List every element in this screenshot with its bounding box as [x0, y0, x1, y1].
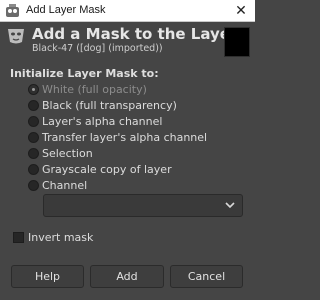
radio-button[interactable] — [28, 132, 39, 143]
header-title: Add a Mask to the Layer — [32, 25, 238, 43]
init-section-label: Initialize Layer Mask to: — [10, 67, 159, 80]
radio-button[interactable] — [28, 84, 39, 95]
radio-label: Channel — [42, 179, 88, 192]
layer-preview-thumbnail — [224, 27, 250, 57]
channel-dropdown[interactable] — [43, 194, 243, 217]
radio-button[interactable] — [28, 100, 39, 111]
invert-mask-label: Invert mask — [28, 231, 94, 244]
radio-button[interactable] — [28, 164, 39, 175]
cancel-button[interactable]: Cancel — [170, 265, 243, 288]
radio-label: Black (full transparency) — [42, 99, 177, 112]
radio-label: Transfer layer's alpha channel — [42, 131, 208, 144]
radio-label: Selection — [42, 147, 93, 160]
window-titlebar: Add Layer Mask ✕ — [0, 0, 255, 22]
help-button[interactable]: Help — [11, 265, 84, 288]
close-icon[interactable]: ✕ — [227, 0, 255, 22]
window-title: Add Layer Mask — [26, 4, 106, 16]
header-subtitle: Black-47 ([dog] (imported)) — [32, 43, 163, 54]
radio-button[interactable] — [28, 180, 39, 191]
radio-button[interactable] — [28, 116, 39, 127]
radio-label: White (full opacity) — [42, 83, 147, 96]
chevron-down-icon — [225, 202, 235, 209]
add-button[interactable]: Add — [90, 265, 164, 288]
invert-mask-checkbox[interactable] — [13, 232, 24, 243]
radio-label: Layer's alpha channel — [42, 115, 163, 128]
gimp-app-icon — [6, 4, 19, 17]
mask-icon — [8, 29, 24, 44]
dialog-header: Add a Mask to the Layer Black-47 ([dog] … — [0, 22, 255, 59]
radio-button[interactable] — [28, 148, 39, 159]
radio-label: Grayscale copy of layer — [42, 163, 172, 176]
